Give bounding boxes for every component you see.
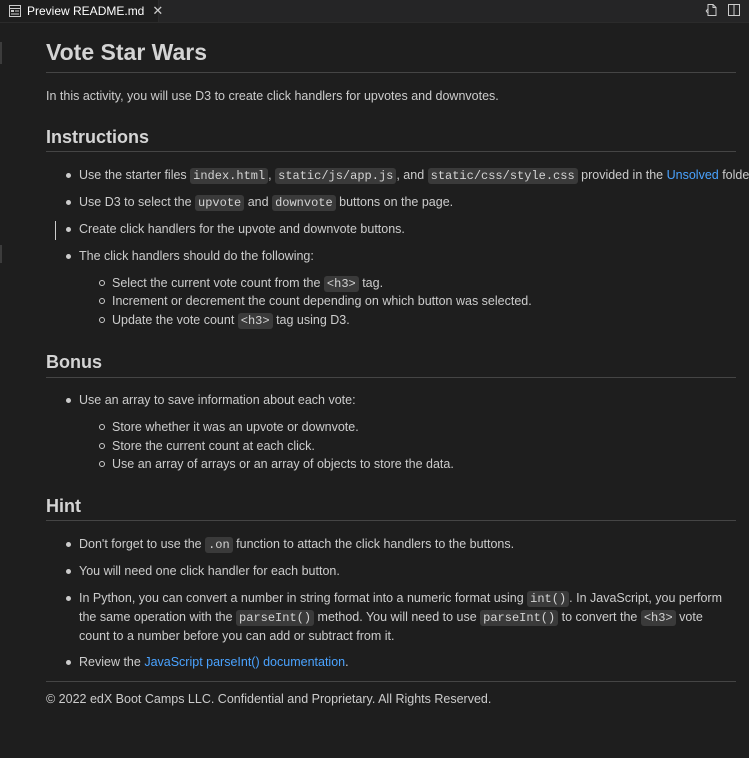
inline-code: index.html [190, 168, 269, 184]
copyright-footer: © 2022 edX Boot Camps LLC. Confidential … [46, 692, 492, 706]
footer-divider [46, 681, 736, 682]
hint-heading: Hint [46, 496, 81, 516]
inline-code: upvote [195, 195, 245, 211]
page-title: Vote Star Wars [46, 39, 208, 65]
line-highlight-marker [55, 221, 56, 240]
sub-list-item: Update the vote count <h3> tag using D3. [99, 313, 350, 329]
gutter-marker [0, 42, 2, 64]
split-editor-icon[interactable] [727, 3, 741, 17]
list-item: Use the starter files index.html, static… [65, 166, 749, 185]
intro-paragraph: In this activity, you will use D3 to cre… [46, 89, 499, 103]
tab-preview-readme[interactable]: Preview README.md ✕ [0, 0, 163, 22]
gutter-marker [0, 245, 2, 263]
inline-code: int() [527, 591, 570, 607]
inline-code: static/css/style.css [427, 168, 578, 184]
tab-bar: Preview README.md ✕ [0, 0, 749, 23]
hint-divider [46, 520, 736, 521]
inline-code: .on [205, 537, 233, 553]
list-item: Use an array to save information about e… [66, 393, 356, 407]
close-icon[interactable]: ✕ [152, 4, 163, 17]
inline-code: downvote [272, 195, 336, 211]
sub-list-item: Store whether it was an upvote or downvo… [99, 420, 359, 434]
sub-list-item: Store the current count at each click. [99, 439, 315, 453]
instructions-heading: Instructions [46, 127, 150, 147]
list-item: Review the JavaScript parseInt() documen… [66, 655, 349, 669]
bonus-heading: Bonus [46, 352, 102, 372]
list-item: Create click handlers for the upvote and… [66, 222, 405, 236]
title-divider [46, 72, 736, 73]
unsolved-link[interactable]: Unsolved [667, 168, 719, 182]
list-item: Use D3 to select the upvote and downvote… [65, 195, 454, 211]
inline-code: <h3> [237, 313, 273, 329]
sub-list-item: Use an array of arrays or an array of ob… [99, 457, 454, 471]
preview-icon [9, 5, 21, 17]
open-source-icon[interactable] [705, 3, 719, 17]
sub-list-item: Increment or decrement the count dependi… [99, 294, 532, 308]
instructions-divider [46, 151, 736, 152]
inline-code: parseInt() [480, 610, 559, 626]
inline-code: <h3> [640, 610, 676, 626]
inline-code: parseInt() [236, 610, 315, 626]
inline-code: <h3> [323, 276, 359, 292]
list-item: In Python, you can convert a number in s… [66, 591, 722, 643]
sub-list-item: Select the current vote count from the <… [98, 276, 384, 292]
inline-code: static/js/app.js [275, 168, 397, 184]
list-item: Don't forget to use the .on function to … [65, 537, 515, 553]
tab-label: Preview README.md [27, 4, 145, 18]
bonus-divider [46, 377, 736, 378]
list-item: You will need one click handler for each… [66, 564, 340, 578]
list-item: The click handlers should do the followi… [66, 249, 314, 263]
parseint-docs-link[interactable]: JavaScript parseInt() documentation [144, 655, 345, 669]
